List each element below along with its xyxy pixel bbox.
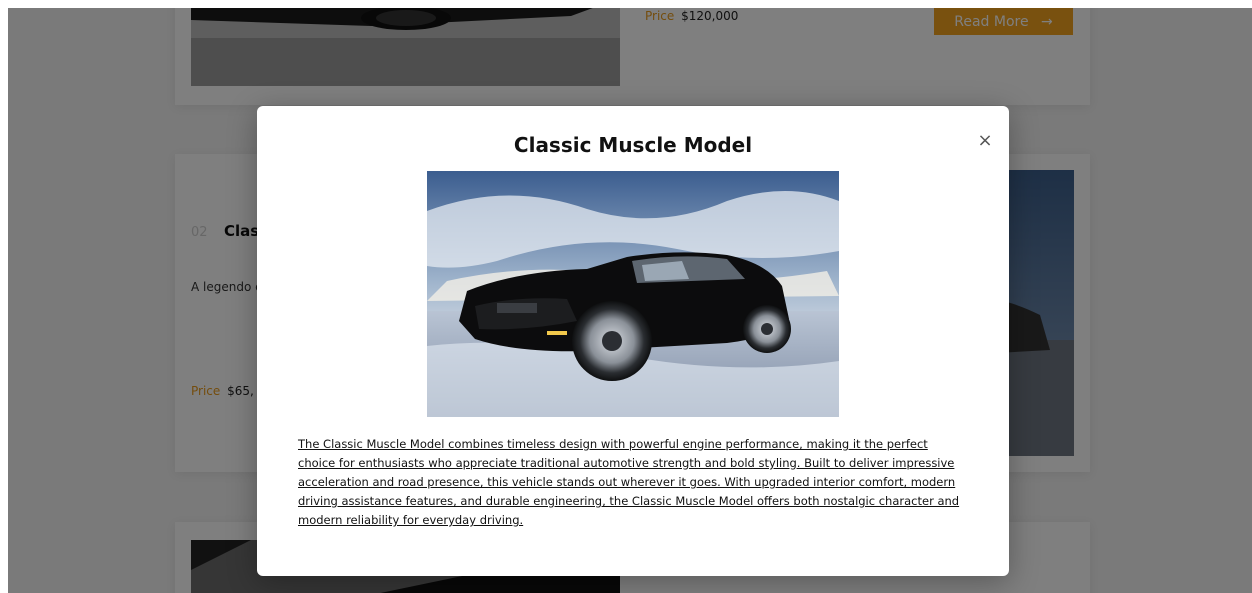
- modal-description: The Classic Muscle Model combines timele…: [298, 437, 960, 527]
- modal-title: Classic Muscle Model: [513, 133, 753, 157]
- muscle-car-photo-graphic: [427, 171, 839, 417]
- modal-car-image: [427, 171, 839, 417]
- car-details-modal: Classic Muscle Model × The Classic Muscl…: [257, 106, 1009, 576]
- close-icon[interactable]: ×: [973, 128, 997, 152]
